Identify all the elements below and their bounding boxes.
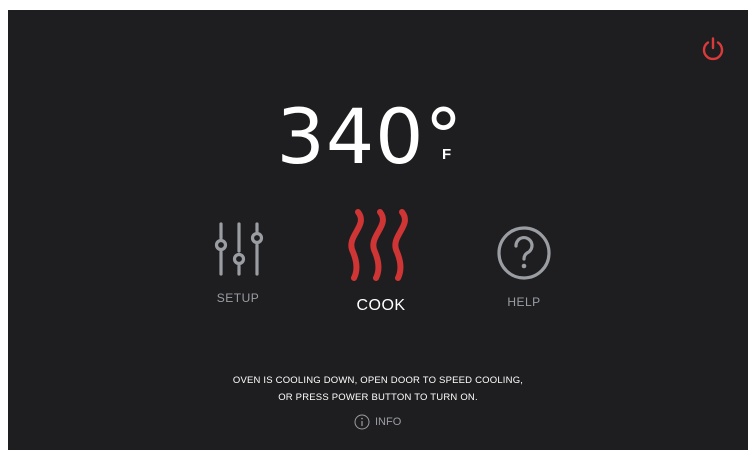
cook-button[interactable]: COOK (326, 206, 436, 315)
sliders-icon (214, 222, 264, 276)
temperature-unit: F (442, 146, 452, 163)
oven-control-screen: 340° F SETUP COOK HELP OVEN IS COOLING D… (8, 10, 748, 450)
info-button[interactable]: INFO (354, 413, 401, 431)
question-circle-icon (497, 226, 551, 280)
power-icon (702, 37, 724, 61)
temperature-value: 340° (276, 92, 464, 181)
setup-label: SETUP (216, 291, 260, 305)
setup-button[interactable]: SETUP (198, 220, 278, 305)
info-label: INFO (375, 416, 402, 428)
heat-waves-icon (348, 209, 408, 281)
help-label: HELP (507, 295, 541, 309)
info-icon (354, 414, 370, 430)
help-button[interactable]: HELP (484, 224, 564, 309)
status-message-line-2: OR PRESS POWER BUTTON TO TURN ON. (278, 392, 478, 403)
power-button[interactable] (700, 36, 726, 62)
status-message: OVEN IS COOLING DOWN, OPEN DOOR TO SPEED… (8, 372, 748, 406)
status-message-line-1: OVEN IS COOLING DOWN, OPEN DOOR TO SPEED… (232, 375, 524, 386)
temperature-display: 340° F (8, 92, 748, 182)
cook-label: COOK (356, 297, 406, 314)
